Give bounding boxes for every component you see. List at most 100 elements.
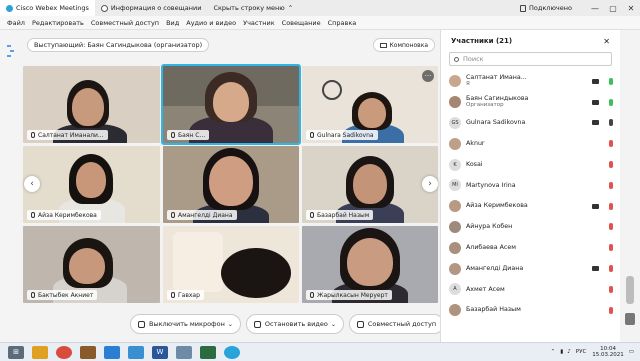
participant-name: Kosai: [466, 160, 483, 168]
avatar: [449, 137, 461, 150]
video-tile[interactable]: ··· Gulnara Sadikovna: [302, 66, 438, 143]
file-explorer-icon[interactable]: [32, 345, 48, 359]
list-item[interactable]: K Kosai: [441, 154, 621, 175]
avatar: A: [449, 283, 461, 296]
layout-button[interactable]: Компоновка: [372, 38, 435, 52]
participant-name: Баян С...: [178, 131, 206, 139]
maximize-button[interactable]: ▢: [604, 0, 622, 16]
browser-icon[interactable]: [104, 345, 120, 359]
network-icon[interactable]: ▮: [560, 349, 563, 355]
app-icon[interactable]: [200, 345, 216, 359]
microphone-icon: [31, 132, 35, 138]
microphone-icon[interactable]: [609, 119, 613, 127]
tab-label: Информация о совещании: [110, 4, 202, 12]
volume-icon[interactable]: ♪: [567, 349, 571, 355]
video-tile[interactable]: Гавхар: [163, 226, 299, 303]
next-page-button[interactable]: ›: [422, 176, 438, 192]
chevron-down-icon[interactable]: ⌄: [228, 321, 233, 328]
video-icon: [592, 99, 599, 105]
list-item[interactable]: Салтанат Имана... Я: [441, 71, 621, 92]
microphone-muted-icon[interactable]: [609, 223, 613, 231]
lock-icon[interactable]: [625, 313, 635, 325]
microphone-icon[interactable]: [609, 77, 613, 85]
tile-label: Амангелді Диана: [167, 210, 237, 220]
microphone-muted-icon[interactable]: [609, 265, 613, 273]
menu-audio-video[interactable]: Аудио и видео: [186, 19, 236, 27]
tile-label: Баян С...: [167, 130, 210, 140]
avatar: [449, 75, 461, 88]
chevron-down-icon[interactable]: ⌄: [331, 321, 336, 328]
list-item[interactable]: GS Gulnara Sadikovna: [441, 113, 621, 134]
menu-edit[interactable]: Редактировать: [32, 19, 84, 27]
webex-icon[interactable]: [224, 345, 240, 359]
list-item[interactable]: Aknur: [441, 133, 621, 154]
list-item[interactable]: Баян Сагиндыкова Организатор: [441, 92, 621, 113]
participant-role: Организатор: [466, 102, 504, 109]
participant-role: Я: [466, 81, 470, 88]
menu-view[interactable]: Вид: [166, 19, 179, 27]
tab-hide-menu[interactable]: Скрыть строку меню ⌃: [207, 0, 299, 16]
list-item[interactable]: MI Martynova Irina: [441, 175, 621, 196]
menu-help[interactable]: Справка: [328, 19, 357, 27]
video-tile[interactable]: Салтанат Иманали...: [23, 66, 160, 143]
layout-label: Компоновка: [389, 41, 428, 49]
video-tile[interactable]: Жарылкасын Меруерт: [302, 226, 438, 303]
video-tile[interactable]: Амангелді Диана: [163, 146, 299, 223]
menu-participant[interactable]: Участник: [243, 19, 275, 27]
microphone-muted-icon[interactable]: [609, 306, 613, 314]
tab-meeting-info[interactable]: Информация о совещании: [95, 0, 208, 16]
more-options-button[interactable]: ···: [422, 70, 434, 82]
video-tile[interactable]: Бактыбек Акниет: [23, 226, 160, 303]
microphone-muted-icon[interactable]: [609, 244, 613, 252]
list-item[interactable]: A Ахмет Асем: [441, 279, 621, 300]
start-menu-icon[interactable]: ⊞: [8, 345, 24, 359]
language-indicator[interactable]: РУС: [576, 349, 587, 355]
microphone-muted-icon[interactable]: [609, 181, 613, 189]
connection-status: Подключено: [520, 4, 572, 12]
video-tile[interactable]: Базарбай Назым: [302, 146, 438, 223]
clock[interactable]: 10:04 15.03.2021: [592, 346, 624, 359]
minimize-button[interactable]: —: [586, 0, 604, 16]
tray-arrow-icon[interactable]: ⌃: [551, 349, 556, 355]
taskbar: ⊞ W ⌃ ▮ ♪ РУС 10:04 15.03.2021 ▭: [0, 342, 640, 361]
lock-icon: [520, 4, 527, 12]
stop-video-button[interactable]: Остановить видео ⌄: [245, 314, 344, 334]
chrome-icon[interactable]: [56, 345, 72, 359]
menu-meeting[interactable]: Совещание: [282, 19, 321, 27]
list-item[interactable]: Амангелді Диана: [441, 258, 621, 279]
tab-webex-meetings[interactable]: Cisco Webex Meetings: [0, 0, 95, 16]
microphone-muted-icon[interactable]: [609, 285, 613, 293]
archive-app-icon[interactable]: [80, 345, 96, 359]
tile-label: Айза Керимбекова: [27, 210, 101, 220]
menu-share[interactable]: Совместный доступ: [91, 19, 159, 27]
microphone-muted-icon[interactable]: [609, 202, 613, 210]
close-panel-button[interactable]: ✕: [603, 37, 610, 46]
microphone-muted-icon[interactable]: [609, 140, 613, 148]
microphone-icon: [171, 292, 175, 298]
participant-search-input[interactable]: Поиск: [449, 52, 612, 66]
close-button[interactable]: ✕: [622, 0, 640, 16]
list-item[interactable]: Базарбай Назым: [441, 300, 621, 321]
participant-name: Gulnara Sadikovna: [317, 131, 374, 139]
word-icon[interactable]: W: [152, 345, 168, 359]
avatar: [449, 220, 461, 233]
menu-file[interactable]: Файл: [7, 19, 25, 27]
list-item[interactable]: Алибаева Асем: [441, 237, 621, 258]
scrollbar-thumb[interactable]: [626, 276, 634, 304]
photos-icon[interactable]: [176, 345, 192, 359]
list-item[interactable]: Айза Керимбекова: [441, 196, 621, 217]
participant-name: Айза Керимбекова: [38, 211, 97, 219]
share-label: Совместный доступ: [367, 320, 437, 328]
video-tile-active-speaker[interactable]: Баян С...: [161, 64, 301, 145]
share-button[interactable]: Совместный доступ: [348, 314, 445, 334]
video-tile[interactable]: Айза Керимбекова: [23, 146, 160, 223]
previous-page-button[interactable]: ‹: [24, 176, 40, 192]
list-item[interactable]: Айнура Кобен: [441, 217, 621, 238]
microphone-icon: [138, 320, 145, 328]
microphone-muted-icon[interactable]: [609, 161, 613, 169]
participant-name: Ахмет Асем: [466, 285, 505, 293]
microphone-icon[interactable]: [609, 98, 613, 106]
mute-button[interactable]: Выключить микрофон ⌄: [130, 314, 241, 334]
app-icon[interactable]: [128, 345, 144, 359]
notifications-icon[interactable]: ▭: [629, 349, 634, 355]
